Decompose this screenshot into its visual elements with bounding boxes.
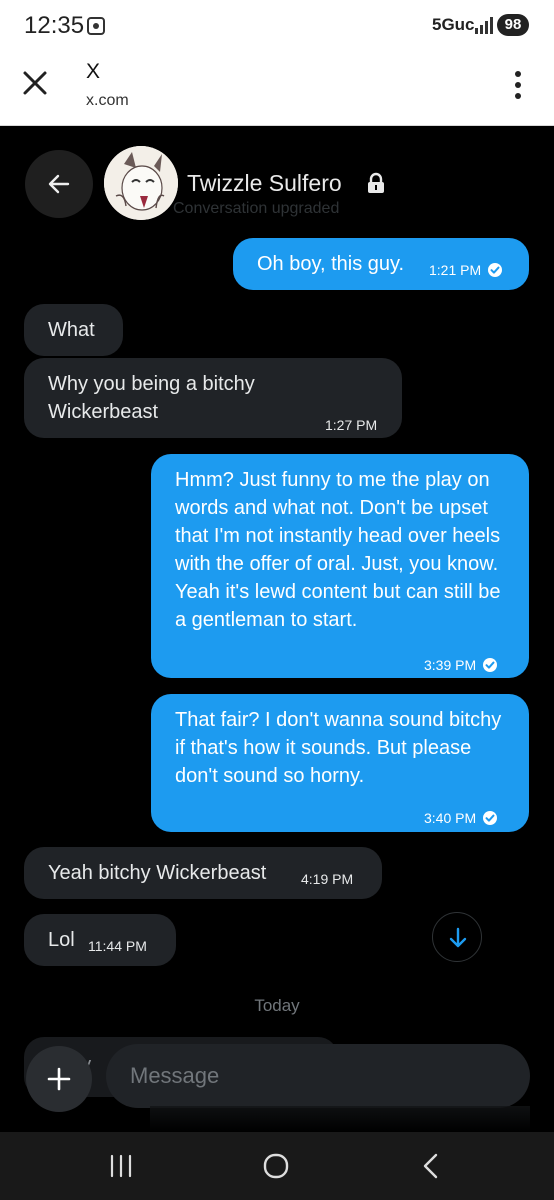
message-meta: 4:19 PM xyxy=(301,865,353,893)
conversation-view: Twizzle Sulfero Conversation upgraded Oh… xyxy=(0,126,554,1132)
message-bubble-outgoing[interactable]: Hmm? Just funny to me the play on words … xyxy=(151,454,529,678)
message-text: Lol xyxy=(48,929,75,951)
message-bubble-outgoing[interactable]: That fair? I don't wanna sound bitchy if… xyxy=(151,694,529,832)
signal-icon xyxy=(475,17,493,34)
avatar-illustration xyxy=(104,146,178,220)
plus-icon xyxy=(47,1067,71,1091)
avatar[interactable] xyxy=(104,146,178,220)
recent-apps-icon[interactable] xyxy=(108,1153,134,1179)
browser-url: x.com xyxy=(86,92,129,109)
browser-title: X xyxy=(86,60,101,83)
lock-icon xyxy=(368,172,384,193)
message-time: 3:39 PM xyxy=(424,657,477,673)
battery-badge: 98 xyxy=(497,14,529,36)
message-bubble-incoming[interactable]: What xyxy=(24,304,123,356)
back-arrow-icon xyxy=(48,174,70,194)
contact-name[interactable]: Twizzle Sulfero xyxy=(187,170,342,197)
message-meta: 11:44 PM xyxy=(88,932,147,960)
browser-header: X x.com xyxy=(0,50,554,126)
message-time: 1:21 PM xyxy=(429,262,482,278)
network-indicator: 5Guc xyxy=(432,15,475,34)
message-text: What xyxy=(48,319,95,341)
message-bubble-incoming[interactable]: Why you being a bitchy Wickerbeast 1:27 … xyxy=(24,358,402,438)
home-icon[interactable] xyxy=(262,1152,290,1180)
back-button[interactable] xyxy=(25,150,93,218)
message-text: Oh boy, this guy. xyxy=(257,253,405,275)
conversation-status: Conversation upgraded xyxy=(173,200,340,217)
message-time: 1:27 PM xyxy=(325,417,378,433)
message-meta: 3:40 PM xyxy=(424,804,498,832)
message-text: Hmm? Just funny to me the play on words … xyxy=(175,469,501,631)
message-bubble-incoming[interactable]: Lol 11:44 PM xyxy=(24,914,176,966)
message-bubble-outgoing[interactable]: Oh boy, this guy. 1:21 PM xyxy=(233,238,529,290)
message-input-placeholder: Message xyxy=(130,1063,220,1088)
close-icon[interactable] xyxy=(22,70,48,96)
message-text: Yeah bitchy Wickerbeast xyxy=(48,862,267,884)
arrow-down-icon xyxy=(449,927,467,948)
add-attachment-button[interactable] xyxy=(26,1046,92,1112)
scroll-to-bottom-button[interactable] xyxy=(432,912,482,962)
system-nav-bar xyxy=(0,1132,554,1200)
message-meta: 3:39 PM xyxy=(424,651,498,679)
message-bubble-incoming[interactable]: Yeah bitchy Wickerbeast 4:19 PM xyxy=(24,847,382,899)
more-vertical-icon[interactable] xyxy=(512,70,524,100)
message-meta: 1:21 PM xyxy=(429,256,503,284)
camera-icon xyxy=(87,17,105,35)
day-divider: Today xyxy=(254,996,300,1015)
message-input[interactable]: Message xyxy=(106,1044,530,1108)
status-time: 12:35 xyxy=(24,12,85,39)
message-time: 4:19 PM xyxy=(301,871,354,887)
message-time: 11:44 PM xyxy=(88,938,147,954)
message-meta: 1:27 PM xyxy=(325,411,377,439)
composer-shadow xyxy=(150,1106,530,1132)
message-time: 3:40 PM xyxy=(424,810,477,826)
check-circle-icon xyxy=(483,658,498,672)
check-circle-icon xyxy=(488,263,503,277)
message-text: Why you being a bitchy Wickerbeast xyxy=(48,373,255,423)
status-bar: 12:35 5Guc 98 xyxy=(0,0,554,50)
message-text: That fair? I don't wanna sound bitchy if… xyxy=(175,709,502,787)
check-circle-icon xyxy=(483,811,498,825)
nav-back-icon[interactable] xyxy=(420,1152,440,1180)
